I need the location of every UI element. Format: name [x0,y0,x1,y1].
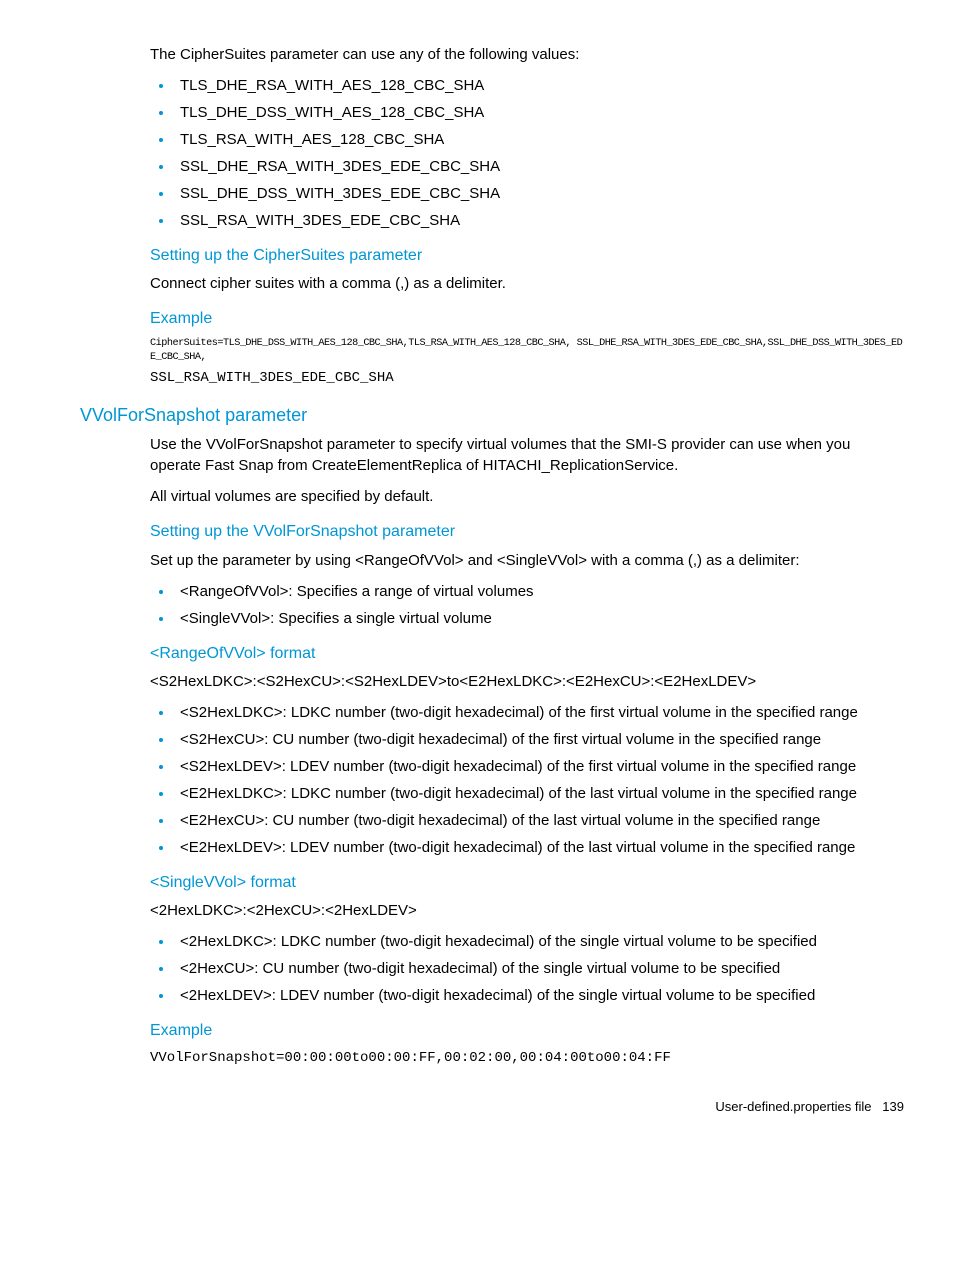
list-item: <2HexCU>: CU number (two-digit hexadecim… [174,958,904,979]
single-heading: <SingleVVol> format [150,872,904,894]
list-item: <E2HexLDEV>: LDEV number (two-digit hexa… [174,837,904,858]
vvol-setup-list: <RangeOfVVol>: Specifies a range of virt… [150,581,904,629]
vvol-setup-heading: Setting up the VVolForSnapshot parameter [150,521,904,543]
cipher-setup-text: Connect cipher suites with a comma (,) a… [150,273,904,294]
footer-text: User-defined.properties file [715,1099,871,1114]
range-format: <S2HexLDKC>:<S2HexCU>:<S2HexLDEV>to<E2He… [150,671,904,692]
list-item: <S2HexLDEV>: LDEV number (two-digit hexa… [174,756,904,777]
vvol-intro1: Use the VVolForSnapshot parameter to spe… [150,434,904,476]
list-item: TLS_DHE_RSA_WITH_AES_128_CBC_SHA [174,75,904,96]
range-list: <S2HexLDKC>: LDKC number (two-digit hexa… [150,702,904,858]
example-heading: Example [150,308,904,330]
vvol-setup-text: Set up the parameter by using <RangeOfVV… [150,550,904,571]
page-footer: User-defined.properties file 139 [50,1098,904,1116]
range-heading: <RangeOfVVol> format [150,643,904,665]
footer-page: 139 [882,1099,904,1114]
example-heading-2: Example [150,1020,904,1042]
list-item: <SingleVVol>: Specifies a single virtual… [174,608,904,629]
list-item: SSL_DHE_RSA_WITH_3DES_EDE_CBC_SHA [174,156,904,177]
list-item: <2HexLDKC>: LDKC number (two-digit hexad… [174,931,904,952]
cipher-intro: The CipherSuites parameter can use any o… [150,44,904,65]
vvol-example: VVolForSnapshot=00:00:00to00:00:FF,00:02… [150,1049,904,1069]
single-format: <2HexLDKC>:<2HexCU>:<2HexLDEV> [150,900,904,921]
list-item: <E2HexCU>: CU number (two-digit hexadeci… [174,810,904,831]
list-item: SSL_RSA_WITH_3DES_EDE_CBC_SHA [174,210,904,231]
list-item: <E2HexLDKC>: LDKC number (two-digit hexa… [174,783,904,804]
cipher-example-line2: SSL_RSA_WITH_3DES_EDE_CBC_SHA [150,369,904,389]
vvol-intro2: All virtual volumes are specified by def… [150,486,904,507]
list-item: TLS_DHE_DSS_WITH_AES_128_CBC_SHA [174,102,904,123]
list-item: <S2HexLDKC>: LDKC number (two-digit hexa… [174,702,904,723]
vvol-heading: VVolForSnapshot parameter [80,403,904,428]
list-item: <2HexLDEV>: LDEV number (two-digit hexad… [174,985,904,1006]
list-item: <RangeOfVVol>: Specifies a range of virt… [174,581,904,602]
list-item: SSL_DHE_DSS_WITH_3DES_EDE_CBC_SHA [174,183,904,204]
cipher-setup-heading: Setting up the CipherSuites parameter [150,245,904,267]
list-item: <S2HexCU>: CU number (two-digit hexadeci… [174,729,904,750]
cipher-example-line1: CipherSuites=TLS_DHE_DSS_WITH_AES_128_CB… [150,337,904,366]
single-list: <2HexLDKC>: LDKC number (two-digit hexad… [150,931,904,1006]
list-item: TLS_RSA_WITH_AES_128_CBC_SHA [174,129,904,150]
cipher-list: TLS_DHE_RSA_WITH_AES_128_CBC_SHA TLS_DHE… [150,75,904,231]
